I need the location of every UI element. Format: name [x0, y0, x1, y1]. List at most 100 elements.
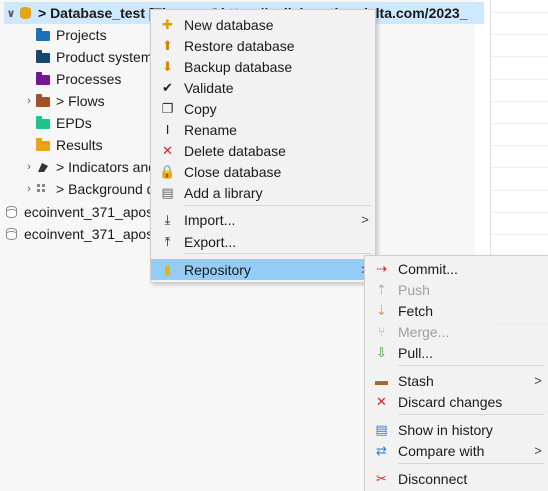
tree-item[interactable]: Results: [22, 134, 103, 156]
editor-grid-line: [491, 256, 548, 257]
menu-item-validate[interactable]: ✔ Validate: [151, 77, 375, 98]
context-menu: ✚ New database ⬆ Restore database ⬇ Backup da…: [150, 9, 376, 283]
tree-item[interactable]: EPDs: [22, 112, 92, 134]
tree-item-label: Processes: [56, 71, 122, 87]
chevron-right-icon[interactable]: ›: [22, 95, 36, 107]
discard-icon: ✕: [376, 393, 387, 409]
menu-item-label: Export...: [184, 233, 237, 250]
editor-grid-line: [491, 389, 548, 390]
editor-grid-line: [491, 456, 548, 457]
menu-item-import[interactable]: ⤓ Import... >: [151, 209, 375, 230]
chevron-down-icon[interactable]: ∨: [4, 7, 18, 20]
editor-grid-line: [491, 190, 548, 191]
menu-item-label: Stash: [398, 372, 434, 389]
editor-grid-line: [491, 301, 548, 302]
menu-item-label: Restore database: [184, 37, 295, 54]
tree-item[interactable]: › > Flows: [22, 90, 105, 112]
menu-item-label: Rename: [184, 121, 237, 138]
lock-icon: 🔒: [159, 163, 176, 179]
menu-item-label: Repository: [184, 261, 251, 278]
database-icon: [4, 206, 18, 218]
commit-icon: ⇢: [376, 260, 387, 276]
menu-item-label: Merge...: [398, 323, 450, 340]
menu-item-label: Close database: [184, 163, 282, 180]
menu-item-export[interactable]: ⤒ Export...: [151, 231, 375, 252]
editor-grid-line: [491, 167, 548, 168]
menu-item-label: Commit...: [398, 260, 458, 277]
editor-grid-line: [491, 34, 548, 35]
editor-grid-line: [491, 101, 548, 102]
menu-item-add-a-library[interactable]: ▤ Add a library: [151, 182, 375, 203]
menu-item-label: Pull...: [398, 344, 434, 361]
menu-item-rename[interactable]: I Rename: [151, 119, 375, 140]
editor-grid-line: [491, 12, 548, 13]
backup-database-icon: ⬇: [162, 58, 173, 74]
editor-grid-line: [491, 367, 548, 368]
restore-database-icon: ⬆: [162, 37, 173, 53]
history-icon: ▤: [375, 421, 388, 437]
menu-item-discard-changes[interactable]: ✕ Discard changes: [365, 391, 548, 412]
folder-icon: [36, 28, 50, 41]
rename-icon: I: [165, 122, 170, 137]
chevron-right-icon[interactable]: ›: [22, 183, 36, 195]
pull-icon: ⇩: [376, 344, 387, 360]
menu-item-show-in-history[interactable]: ▤ Show in history: [365, 419, 548, 440]
tree-item[interactable]: Projects: [22, 24, 107, 46]
menu-separator: [398, 414, 544, 415]
tree-item-label: EPDs: [56, 115, 92, 131]
menu-item-label: Fetch: [398, 302, 434, 319]
menu-item-restore-database[interactable]: ⬆ Restore database: [151, 35, 375, 56]
editor-grid-line: [491, 123, 548, 124]
tree-item[interactable]: Processes: [22, 68, 121, 90]
editor-grid-line: [491, 412, 548, 413]
stash-icon: ▬: [375, 373, 388, 388]
export-icon: ⤒: [164, 233, 171, 249]
folder-icon: [36, 116, 50, 129]
editor-grid-line: [491, 145, 548, 146]
chevron-right-icon[interactable]: ›: [22, 161, 36, 173]
menu-item-label: Copy: [184, 100, 217, 117]
editor-grid-line: [491, 323, 548, 324]
menu-separator: [184, 205, 371, 206]
menu-item-new-database[interactable]: ✚ New database: [151, 14, 375, 35]
editor-grid-line: [491, 234, 548, 235]
push-icon: ⇡: [376, 281, 387, 297]
database-icon: [18, 7, 32, 19]
editor-grid-line: [491, 212, 548, 213]
menu-item-label: New database: [184, 16, 274, 33]
menu-item-fetch[interactable]: ⇣ Fetch: [365, 300, 548, 321]
menu-separator: [398, 463, 544, 464]
repository-icon: ▮: [163, 261, 172, 277]
folder-icon: [36, 94, 50, 107]
editor-grid-line: [491, 278, 548, 279]
folder-icon: [36, 50, 50, 63]
menu-item-merge[interactable]: ⑂ Merge...: [365, 321, 548, 342]
tree-item[interactable]: ecoinvent_371_apos: [4, 201, 153, 223]
validate-icon: ✔: [162, 79, 173, 95]
menu-item-compare-with[interactable]: ⇄ Compare with >: [365, 440, 548, 461]
menu-item-commit[interactable]: ⇢ Commit...: [365, 258, 548, 279]
menu-item-backup-database[interactable]: ⬇ Backup database: [151, 56, 375, 77]
chevron-right-icon: >: [361, 212, 369, 227]
menu-item-repository[interactable]: ▮Repository>: [151, 259, 375, 280]
tree-item-label: ecoinvent_371_apos: [24, 204, 154, 220]
menu-item-delete-database[interactable]: ✕ Delete database: [151, 140, 375, 161]
menu-item-label: Add a library: [184, 184, 263, 201]
tree-item-label: > Flows: [56, 93, 105, 109]
folder-icon: [36, 72, 50, 85]
menu-item-label: Show in history: [398, 421, 493, 438]
editor-grid-line: [491, 345, 548, 346]
library-icon: ▤: [161, 184, 174, 200]
tree-item[interactable]: Product systems: [22, 46, 159, 68]
menu-separator: [398, 365, 544, 366]
menu-item-copy[interactable]: ❐ Copy: [151, 98, 375, 119]
import-icon: ⤓: [164, 211, 171, 227]
menu-item-close-database[interactable]: 🔒 Close database: [151, 161, 375, 182]
grid-icon: [36, 183, 50, 195]
menu-item-push[interactable]: ⇡ Push: [365, 279, 548, 300]
new-database-icon: ✚: [162, 16, 173, 32]
menu-item-stash[interactable]: ▬ Stash >: [365, 370, 548, 391]
menu-item-label: Delete database: [184, 142, 286, 159]
fetch-icon: ⇣: [376, 302, 387, 318]
editor-grid-line: [491, 79, 548, 80]
